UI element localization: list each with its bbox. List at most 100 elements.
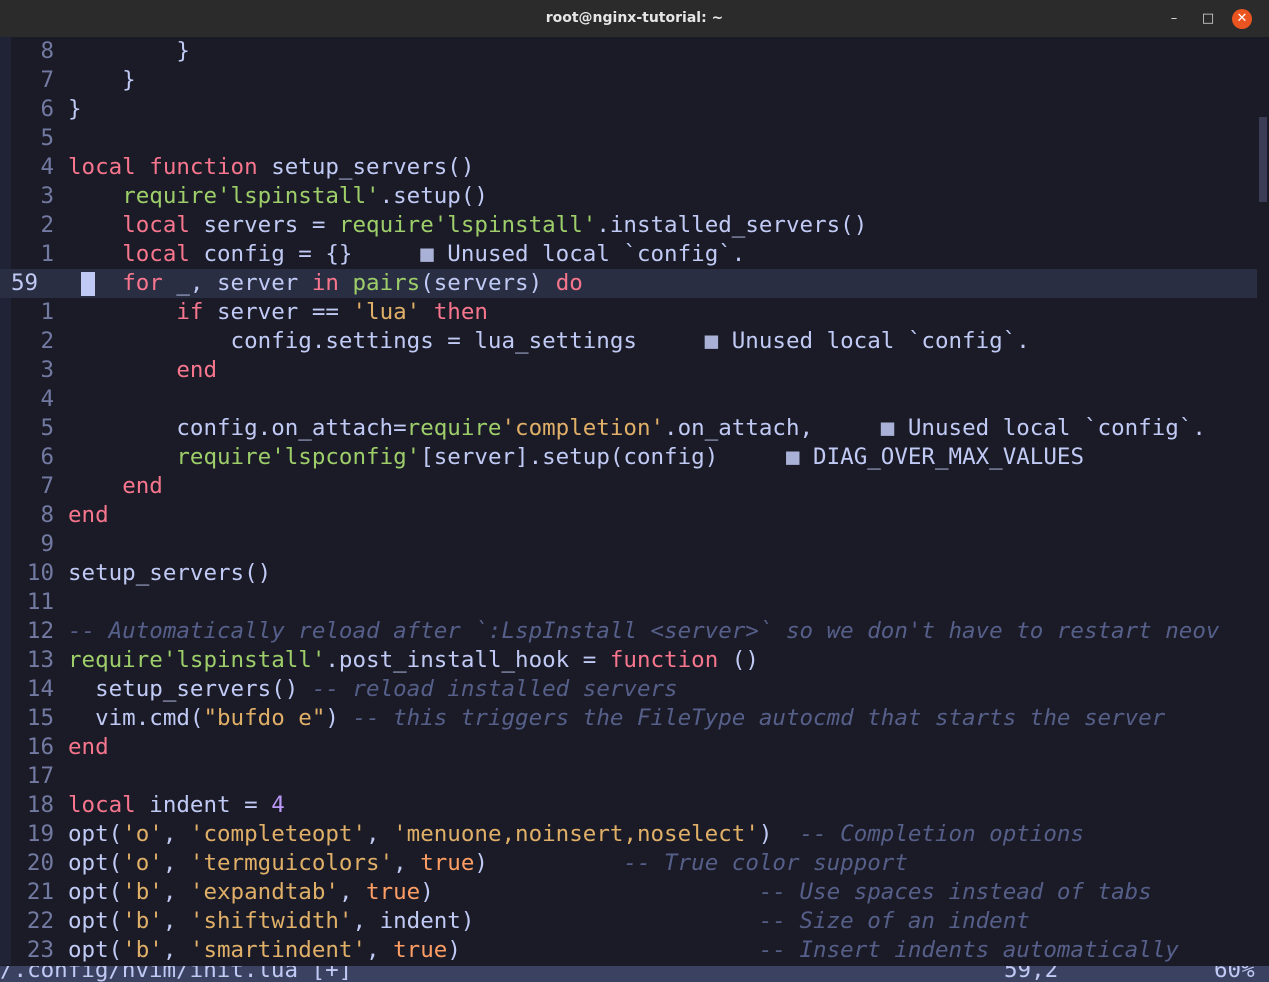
scrollbar-thumb[interactable]: [1259, 117, 1267, 202]
code-line[interactable]: 7 end: [0, 472, 1257, 501]
code-token: ,: [162, 821, 190, 847]
code-line[interactable]: 7 }: [0, 66, 1257, 95]
line-number: 10: [26, 560, 54, 586]
code-token: for: [122, 270, 163, 296]
code-token: }: [68, 67, 136, 93]
code-token: ,: [366, 821, 394, 847]
code-line[interactable]: 1 local config = {} ■ Unused local `conf…: [0, 240, 1257, 269]
code-token: 'menuone,noinsert,noselect': [393, 821, 759, 847]
line-number: 18: [26, 792, 54, 818]
current-line[interactable]: 59 for _, server in pairs(servers) do: [0, 269, 1257, 298]
code-token: opt(: [68, 908, 123, 934]
window-title: root@nginx-tutorial: ~: [545, 10, 724, 26]
code-token: local: [68, 154, 136, 180]
code-token: true: [366, 879, 421, 905]
code-editor[interactable]: 8 } 7 } 6} 5 4 local function setup_servers()…: [0, 37, 1257, 966]
code-token: .setup(): [379, 183, 488, 209]
code-token: true: [393, 937, 448, 963]
code-token: function: [149, 154, 258, 180]
code-line[interactable]: 17: [0, 762, 1257, 791]
line-code: opt('b', 'expandtab', true) -- Use space…: [68, 878, 1152, 907]
code-line[interactable]: 19 opt('o', 'completeopt', 'menuone,noins…: [0, 820, 1257, 849]
code-line[interactable]: 2 config.settings = lua_settings ■ Unuse…: [0, 327, 1257, 356]
line-number: 7: [40, 473, 54, 499]
code-token: server ==: [203, 299, 353, 325]
code-token: end: [68, 734, 109, 760]
line-number: 16: [26, 734, 54, 760]
code-line[interactable]: 21 opt('b', 'expandtab', true) -- Use spa…: [0, 878, 1257, 907]
code-token: 'completion': [501, 415, 665, 441]
code-token: setup_servers(): [257, 154, 475, 180]
code-line[interactable]: 10 setup_servers(): [0, 559, 1257, 588]
code-token: ): [758, 821, 800, 847]
code-line[interactable]: 13 require'lspinstall'.post_install_hook …: [0, 646, 1257, 675]
code-line[interactable]: 8 }: [0, 37, 1257, 66]
diagnostic-marker-icon: ■: [880, 415, 895, 441]
code-line[interactable]: 23 opt('b', 'smartindent', true) -- Inser…: [0, 936, 1257, 965]
line-number: 22: [26, 908, 54, 934]
code-token: config.on_attach=: [68, 415, 407, 441]
statusline: /.config/nvim/init.lua [+] 59,2 60%: [0, 966, 1269, 982]
code-line[interactable]: 22 opt('b', 'shiftwidth', indent) -- Size…: [0, 907, 1257, 936]
line-number: 2: [40, 212, 54, 238]
code-token: opt(: [68, 937, 123, 963]
maximize-button[interactable]: □: [1198, 9, 1218, 29]
code-line[interactable]: 16 end: [0, 733, 1257, 762]
code-line[interactable]: 12 -- Automatically reload after `:LspIns…: [0, 617, 1257, 646]
code-token: (): [718, 647, 759, 673]
close-button[interactable]: ✕: [1232, 9, 1252, 29]
line-code: opt('b', 'smartindent', true) -- Insert …: [68, 936, 1179, 965]
code-line[interactable]: 8 end: [0, 501, 1257, 530]
code-line[interactable]: 4: [0, 385, 1257, 414]
diagnostic-marker-icon: ■: [704, 328, 719, 354]
code-line[interactable]: 15 vim.cmd("bufdo e") -- this triggers t…: [0, 704, 1257, 733]
line-code: setup_servers(): [68, 559, 271, 588]
code-line[interactable]: 4 local function setup_servers(): [0, 153, 1257, 182]
code-line[interactable]: 2 local servers = require'lspinstall'.in…: [0, 211, 1257, 240]
line-number: 21: [26, 879, 54, 905]
code-line[interactable]: 1 if server == 'lua' then: [0, 298, 1257, 327]
diagnostic-marker-icon: ■: [785, 444, 800, 470]
code-token: Unused local `config`.: [433, 241, 746, 267]
code-line[interactable]: 18 local indent = 4: [0, 791, 1257, 820]
code-line[interactable]: 6}: [0, 95, 1257, 124]
code-token: 'lua': [352, 299, 421, 325]
code-token: do: [555, 270, 583, 296]
line-number: 12: [26, 618, 54, 644]
code-line[interactable]: 9: [0, 530, 1257, 559]
code-token: setup_servers(): [68, 560, 272, 586]
code-token: -- Automatically reload after `:LspInsta…: [68, 618, 1220, 644]
code-token: end: [176, 357, 218, 383]
line-number: 6: [40, 444, 54, 470]
code-token: }: [68, 38, 190, 64]
line-number: 8: [40, 38, 54, 64]
code-line[interactable]: 5: [0, 124, 1257, 153]
code-line[interactable]: 11: [0, 588, 1257, 617]
code-token: 'b': [122, 908, 163, 934]
line-code: end: [68, 501, 109, 530]
code-line[interactable]: 14 setup_servers() -- reload installed s…: [0, 675, 1257, 704]
line-code: for _, server in pairs(servers) do: [68, 269, 583, 298]
code-line[interactable]: 20 opt('o', 'termguicolors', true) -- Tru…: [0, 849, 1257, 878]
minimize-button[interactable]: –: [1164, 9, 1184, 29]
editor-scrollbar[interactable]: [1257, 37, 1269, 966]
code-token: opt(: [68, 821, 123, 847]
code-line[interactable]: 6 require'lspconfig'[server].setup(confi…: [0, 443, 1257, 472]
code-line[interactable]: 3 end: [0, 356, 1257, 385]
line-number: 3: [40, 357, 54, 383]
code-token: Unused local `config`.: [718, 328, 1030, 354]
code-token: ): [325, 705, 353, 731]
line-number: 20: [26, 850, 54, 876]
code-token: ): [420, 879, 759, 905]
code-line[interactable]: 3 require'lspinstall'.setup(): [0, 182, 1257, 211]
code-token: ): [447, 937, 759, 963]
code-line[interactable]: 5 config.on_attach=require'completion'.o…: [0, 414, 1257, 443]
code-token: _, server: [162, 270, 312, 296]
line-code: setup_servers() -- reload installed serv…: [68, 675, 678, 704]
code-token: local: [122, 241, 190, 267]
line-number: 5: [40, 415, 54, 441]
line-number: 1: [40, 299, 54, 325]
